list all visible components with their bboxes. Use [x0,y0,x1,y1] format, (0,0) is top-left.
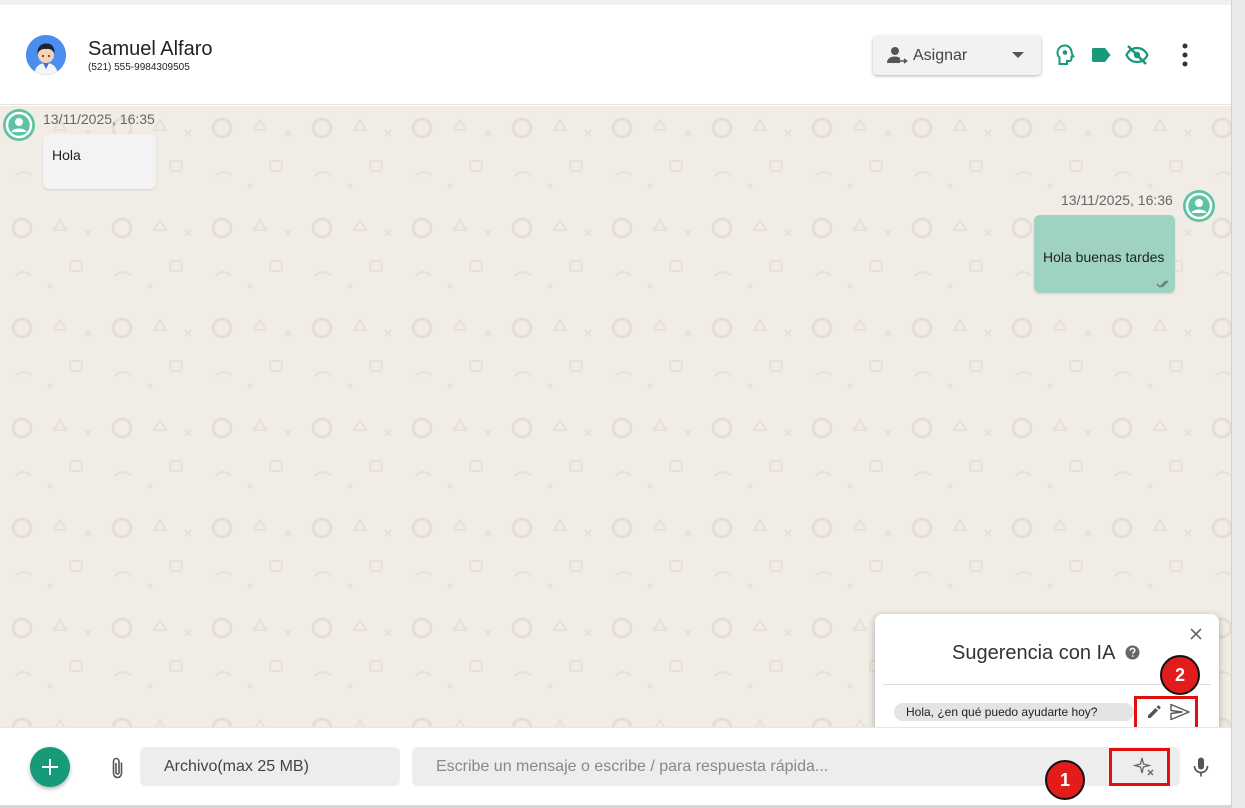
contact-avatar[interactable] [26,35,66,75]
close-icon[interactable] [1189,627,1203,646]
contact-message-avatar [3,109,35,141]
file-upload-field[interactable]: Archivo(max 25 MB) [140,747,400,786]
window-edge [1231,0,1245,808]
message-text: Hola [52,147,81,163]
microphone-icon[interactable] [1191,756,1211,783]
more-vert-icon[interactable] [1173,43,1197,67]
add-button[interactable] [30,747,70,787]
message-timestamp: 13/11/2025, 16:35 [43,111,155,127]
incoming-message-bubble[interactable]: Hola [43,134,156,189]
annotation-box [1134,696,1198,730]
message-composer: Archivo(max 25 MB) [0,727,1231,805]
ai-suggestion-text[interactable]: Hola, ¿en qué puedo ayudarte hoy? [894,703,1134,721]
help-icon[interactable] [1125,645,1140,665]
tag-icon[interactable] [1089,43,1113,67]
annotation-badge: 2 [1160,655,1200,695]
eye-off-icon[interactable] [1125,43,1149,67]
contact-name: Samuel Alfaro [88,38,213,60]
account-arrow-icon [887,46,909,71]
account-circle-icon [1185,192,1213,220]
double-check-icon [1156,280,1169,288]
ai-popup-title: Sugerencia con IA [952,642,1116,664]
contact-phone: (521) 555-9984309505 [88,62,190,73]
message-timestamp: 13/11/2025, 16:36 [1061,192,1173,208]
paperclip-icon[interactable] [108,756,128,785]
agent-message-avatar [1183,190,1215,222]
chat-header: Samuel Alfaro (521) 555-9984309505 Asign… [0,5,1231,105]
head-idea-icon[interactable] [1053,43,1077,67]
assign-dropdown[interactable]: Asignar [873,36,1041,75]
annotation-box [1109,748,1170,786]
assign-label: Asignar [913,47,968,64]
message-text: Hola buenas tardes [1043,249,1165,265]
chevron-down-icon [1012,52,1024,58]
outgoing-message-bubble[interactable]: Hola buenas tardes [1034,215,1175,293]
chat-app: Samuel Alfaro (521) 555-9984309505 Asign… [0,0,1231,808]
annotation-badge: 1 [1045,760,1085,800]
account-circle-icon [5,111,33,139]
